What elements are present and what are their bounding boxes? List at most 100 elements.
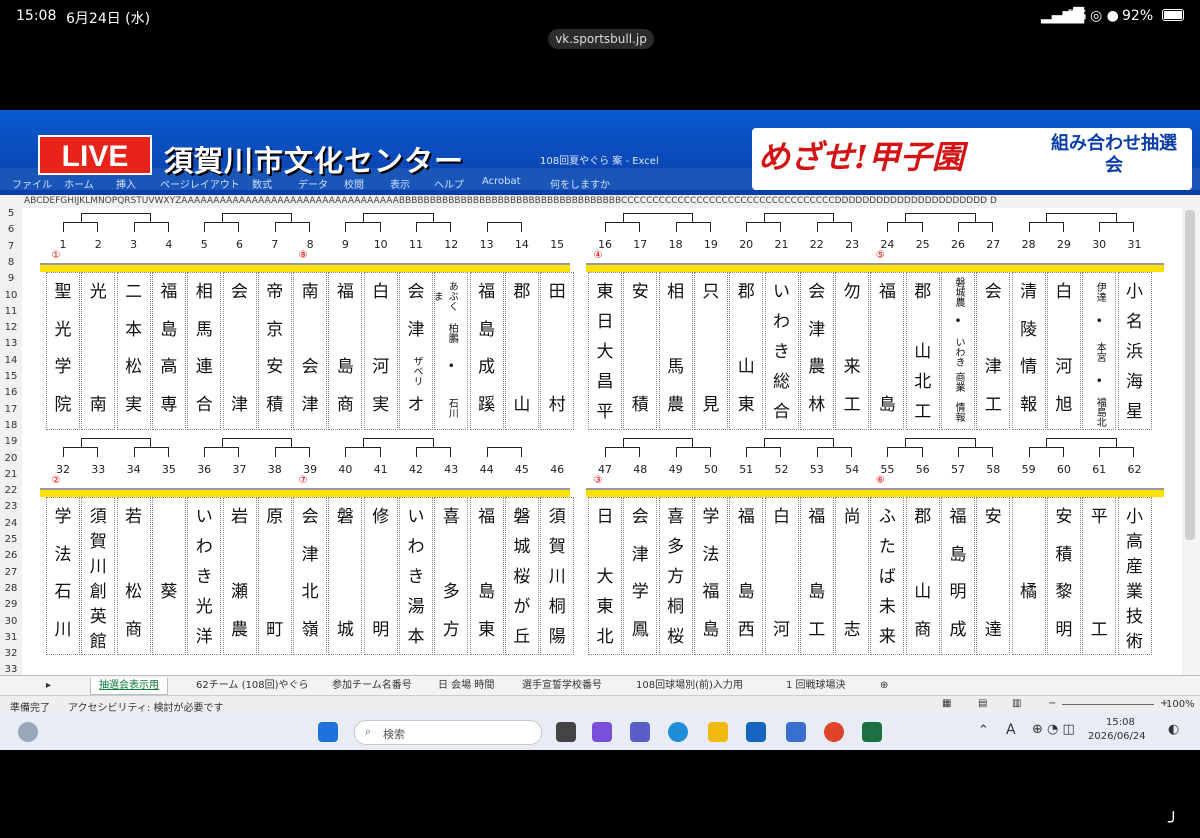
row-number[interactable]: 13 [0,338,22,349]
row-number[interactable]: 5 [0,208,22,219]
row-number[interactable]: 26 [0,550,22,561]
row-number[interactable]: 11 [0,306,22,317]
ribbon-tab[interactable]: 挿入 [116,176,136,191]
page-layout-icon[interactable]: ▤ [978,698,987,709]
bottom-team-cell: 安積黎明 [1046,497,1081,655]
taskbar-date[interactable]: 2026/06/24 [1088,731,1146,742]
taskbar-search[interactable]: ⌕ 検索 [354,720,542,745]
row-number[interactable]: 25 [0,534,22,545]
top-team-cell: 会津 [222,272,257,430]
row-number[interactable]: 23 [0,501,22,512]
team-char: 成 [949,619,967,640]
team-char: 須 [89,507,107,527]
copilot-icon[interactable] [592,722,612,742]
vertical-scrollbar[interactable] [1182,208,1200,678]
row-number[interactable]: 14 [0,355,22,366]
row-number[interactable]: 29 [0,599,22,610]
tell-me-search[interactable]: 何をしますか [550,176,610,191]
teams-icon[interactable] [630,722,650,742]
row-number[interactable]: 28 [0,583,22,594]
page-break-icon[interactable]: ▥ [1012,698,1021,709]
sheet-tab[interactable]: 選手宣誓学校番号 [522,678,602,694]
team-char: 島 [878,394,896,415]
ribbon-tab[interactable]: ホーム [64,176,94,191]
weather-icon[interactable] [18,722,38,742]
accessibility-status[interactable]: アクセシビリティ: 検討が必要です [68,699,223,714]
team-char: 郡 [737,282,755,302]
url-pill[interactable]: vk.sportsbull.jp [548,29,654,49]
row-number[interactable]: 18 [0,420,22,431]
team-char: 法 [702,544,720,565]
bracket-line [763,213,835,222]
store-icon[interactable] [786,722,806,742]
excel-icon[interactable] [862,722,882,742]
row-number[interactable]: 30 [0,616,22,627]
team-char: 光 [195,597,213,617]
tab-scroll-right-icon[interactable]: ▸ [46,678,51,694]
row-number[interactable]: 10 [0,290,22,301]
team-char: 日 [596,507,614,527]
bottom-team-cell: 喜多方 [434,497,469,655]
ribbon-tab[interactable]: Acrobat [482,176,521,187]
row-number[interactable]: 22 [0,485,22,496]
bottom-team-cell: 会津北嶺 [293,497,328,655]
row-number[interactable]: 33 [0,664,22,675]
team-char: 成 [478,357,496,377]
normal-view-icon[interactable]: ▦ [942,698,951,709]
team-char: 尚 [843,507,861,527]
row-number[interactable]: 6 [0,224,22,235]
row-number[interactable]: 31 [0,632,22,643]
team-char: 湯 [407,597,425,617]
row-number[interactable]: 15 [0,371,22,382]
row-number[interactable]: 32 [0,648,22,659]
sheet-tab[interactable]: 参加チーム名番号 [332,678,412,694]
tray-chevron-icon[interactable]: ⌃ [978,723,989,738]
scrollbar-thumb[interactable] [1185,210,1195,540]
team-char: 英 [89,607,107,627]
sheet-tab[interactable]: 日 会場 時間 [438,678,494,694]
team-char: 工 [984,394,1002,415]
ime-indicator[interactable]: A [1006,722,1016,738]
row-number[interactable]: 27 [0,567,22,578]
row-number[interactable]: 17 [0,404,22,415]
row-number[interactable]: 8 [0,257,22,268]
bottom-team-cell: 平工 [1082,497,1117,655]
sheet-tab[interactable]: 62チーム (108回)やぐら [196,678,309,694]
edge-icon[interactable] [668,722,688,742]
row-number[interactable]: 12 [0,322,22,333]
top-draw-number: 19 [703,238,718,251]
team-char: 島 [808,582,826,602]
network-icon[interactable]: ⊕ ◔ ◫ [1032,722,1075,737]
notification-icon[interactable]: ◐ [1168,722,1179,737]
team-char: 連 [195,357,213,377]
row-number[interactable]: 9 [0,273,22,284]
team-char: 洋 [195,627,213,647]
row-number[interactable]: 19 [0,436,22,447]
file-explorer-icon[interactable] [708,722,728,742]
sheet-tab[interactable]: 1 回戦球場決 [786,678,846,694]
sheet-tab[interactable]: 108回球場別(前)入力用 [636,678,743,694]
status-ready: 準備完了 [10,703,50,714]
chrome-icon[interactable] [824,722,844,742]
top-draw-number: 14 [514,238,529,251]
row-number[interactable]: 7 [0,241,22,252]
row-number[interactable]: 20 [0,453,22,464]
ribbon-tab[interactable]: ファイル [12,176,52,191]
bottom-team-cell: 福島工 [799,497,834,655]
start-icon[interactable] [318,722,338,742]
row-number[interactable]: 16 [0,387,22,398]
taskbar-time[interactable]: 15:08 [1106,717,1135,728]
task-view-icon[interactable] [556,722,576,742]
add-sheet-icon[interactable]: ⊕ [880,678,888,694]
outlook-icon[interactable] [746,722,766,742]
team-char: 北 [914,372,932,392]
location-icon: ◎ ● [1090,8,1119,24]
row-number[interactable]: 21 [0,469,22,480]
team-char: ・ [949,312,967,332]
row-number[interactable]: 24 [0,518,22,529]
slash-icon[interactable]: ╯ [1168,812,1186,833]
bracket-line [204,447,240,457]
zoom-out-icon[interactable]: − [1048,698,1056,709]
sheet-tab-active[interactable]: 抽選会表示用 [90,678,168,695]
zoom-slider[interactable] [1062,704,1154,705]
